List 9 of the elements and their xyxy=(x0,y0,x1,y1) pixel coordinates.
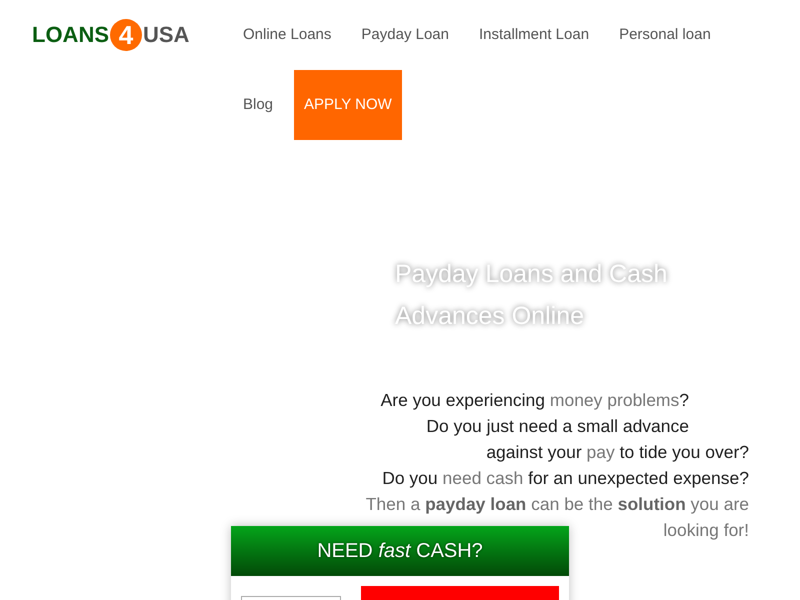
hero-title: Payday Loans and Cash Advances Online xyxy=(395,259,669,332)
nav-link[interactable]: Installment Loan xyxy=(464,0,604,70)
nav-link[interactable]: Online Loans xyxy=(228,0,346,70)
intro-paragraph: Are you experiencing money problems? Do you just need a small advance against your pay to tide you over? Do you need cash for an unexpected expense? Then a payday loan can be the solution you are looking for! xyxy=(364,389,749,542)
nav-link[interactable]: Payday Loan xyxy=(346,0,464,70)
nav-link[interactable]: Personal loan xyxy=(604,0,726,70)
nav-link[interactable]: Blog xyxy=(228,70,288,140)
logo[interactable]: LOANS 4 USA xyxy=(32,19,190,51)
form-title: NEED fast CASH? xyxy=(317,539,483,564)
